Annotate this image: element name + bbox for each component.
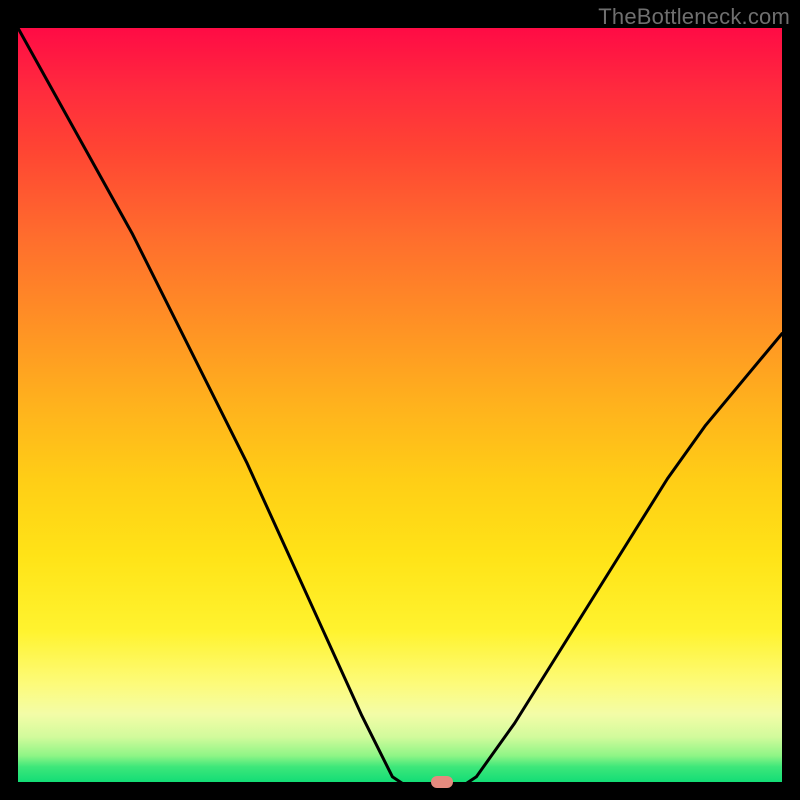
plot-area <box>18 28 782 782</box>
bottleneck-curve <box>18 28 782 792</box>
watermark-label: TheBottleneck.com <box>598 4 790 30</box>
chart-frame: TheBottleneck.com <box>0 0 800 800</box>
optimal-point-marker <box>431 776 453 788</box>
